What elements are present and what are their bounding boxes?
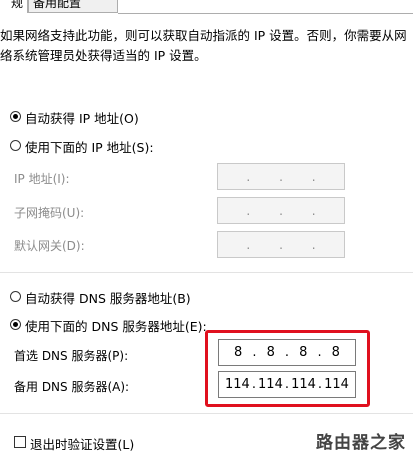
manual-ip-label[interactable]: 使用下面的 IP 地址(S): xyxy=(25,137,154,156)
watermark-text: 路由器之家 xyxy=(316,433,406,453)
section-divider xyxy=(0,272,413,273)
auto-dns-radio[interactable] xyxy=(10,291,21,302)
preferred-dns-label: 首选 DNS 服务器(P): xyxy=(14,349,129,363)
description-line-1: 如果网络支持此功能，则可以获取自动指派的 IP 设置。否则，你需要从网 xyxy=(0,28,407,43)
ip-address-input[interactable]: ... xyxy=(217,163,345,190)
auto-ip-radio[interactable] xyxy=(10,111,21,122)
ip-dot: . xyxy=(279,203,283,218)
auto-dns-label[interactable]: 自动获得 DNS 服务器地址(B) xyxy=(25,288,191,307)
ip-dot: . xyxy=(311,169,316,184)
manual-dns-label[interactable]: 使用下面的 DNS 服务器地址(E): xyxy=(25,316,207,335)
ip-dot: . xyxy=(311,237,316,252)
tab-alternate-config[interactable]: 备用配置 xyxy=(28,0,118,13)
tab-general[interactable]: 规 xyxy=(0,0,28,13)
section-divider xyxy=(0,413,413,414)
dns-highlight-box xyxy=(205,330,370,407)
ip-dot: . xyxy=(246,169,251,184)
tab-divider xyxy=(118,13,413,14)
manual-ip-radio[interactable] xyxy=(10,140,21,151)
description-line-2: 络系统管理员处获得适当的 IP 设置。 xyxy=(0,48,207,63)
validate-checkbox[interactable] xyxy=(14,436,26,448)
ip-dot: . xyxy=(279,237,283,252)
validate-label[interactable]: 退出时验证设置(L) xyxy=(30,434,134,453)
subnet-mask-label: 子网掩码(U): xyxy=(14,206,85,220)
ip-dot: . xyxy=(279,169,283,184)
ip-dot: . xyxy=(311,203,316,218)
auto-ip-label[interactable]: 自动获得 IP 地址(O) xyxy=(25,108,139,127)
manual-dns-radio[interactable] xyxy=(10,319,21,330)
default-gateway-label: 默认网关(D): xyxy=(14,239,85,253)
ip-address-label: IP 地址(I): xyxy=(14,172,70,186)
ip-dot: . xyxy=(246,237,251,252)
alternate-dns-label: 备用 DNS 服务器(A): xyxy=(14,380,130,394)
tab-strip: 规 备用配置 xyxy=(0,0,413,15)
subnet-mask-input[interactable]: ... xyxy=(217,197,345,224)
ip-dot: . xyxy=(246,203,251,218)
description-text: 如果网络支持此功能，则可以获取自动指派的 IP 设置。否则，你需要从网 络系统管… xyxy=(0,26,407,66)
default-gateway-input[interactable]: ... xyxy=(217,231,345,258)
